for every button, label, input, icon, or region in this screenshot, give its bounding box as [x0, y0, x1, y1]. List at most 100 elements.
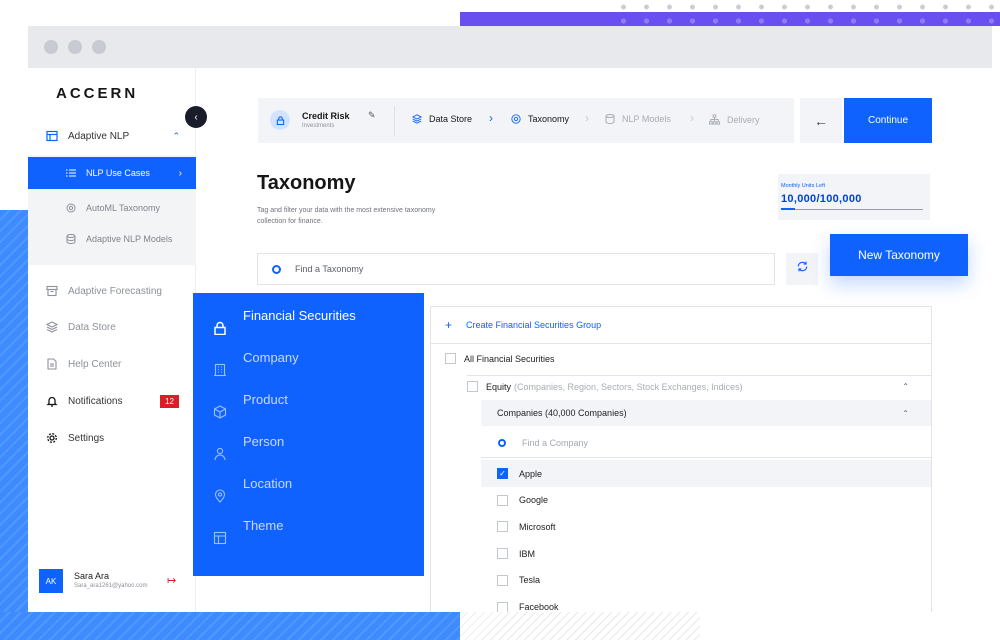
step-data-store[interactable]: Data Store [412, 114, 472, 124]
checkbox[interactable] [497, 574, 508, 586]
user-name: Sara Ara [74, 571, 110, 581]
search-placeholder: Find a Taxonomy [295, 264, 364, 274]
refresh-icon [796, 260, 809, 278]
taxonomy-search-input[interactable]: Find a Taxonomy [257, 253, 775, 285]
logout-icon[interactable]: ↦ [167, 574, 176, 587]
company-row[interactable]: IBM [481, 540, 931, 567]
sidebar-item-adaptive-nlp[interactable]: Adaptive NLP ⌃ [28, 118, 196, 154]
category-financial-securities[interactable]: Financial Securities [193, 305, 424, 347]
layers-icon [46, 321, 58, 333]
sidebar-subitem-label: Adaptive NLP Models [86, 234, 173, 244]
checkbox[interactable] [497, 601, 508, 612]
step-taxonomy[interactable]: Taxonomy [511, 114, 569, 124]
sidebar-item-notifications[interactable]: Notifications 12 [28, 383, 196, 419]
back-button[interactable]: ← [800, 98, 842, 143]
sidebar-item-label: Adaptive Forecasting [68, 285, 162, 297]
window-maximize-dot[interactable] [92, 40, 106, 54]
step-label: Delivery [727, 114, 760, 125]
company-row[interactable]: Facebook [481, 594, 931, 612]
company-row[interactable]: Tesla [481, 567, 931, 594]
sidebar-subitem-nlp-use-cases[interactable]: NLP Use Cases › [28, 157, 196, 189]
project-title: Credit Risk [302, 111, 350, 121]
sidebar-subitem-automl-taxonomy[interactable]: AutoML Taxonomy [28, 192, 196, 224]
layers-icon [412, 114, 422, 124]
step-label: NLP Models [622, 114, 671, 124]
divider [394, 106, 395, 136]
avatar: AK [39, 569, 63, 593]
create-group-button[interactable]: + Create Financial Securities Group [431, 307, 931, 344]
window-minimize-dot[interactable] [68, 40, 82, 54]
checkbox[interactable] [497, 548, 508, 560]
refresh-button[interactable] [786, 253, 818, 285]
company-row[interactable]: ✓ Apple [481, 460, 931, 487]
gear-icon [46, 432, 58, 444]
step-chevron-icon: › [690, 111, 694, 125]
company-row[interactable]: Google [481, 487, 931, 514]
checkbox[interactable] [497, 494, 508, 506]
step-chevron-icon: › [489, 111, 493, 125]
chevron-up-icon[interactable]: ⌃ [902, 382, 909, 391]
lock-icon [270, 110, 290, 130]
units-value: 10,000/100,000 [781, 193, 862, 205]
continue-button[interactable]: Continue [844, 98, 932, 143]
category-person[interactable]: Person [193, 431, 424, 473]
step-delivery[interactable]: Delivery [709, 114, 760, 125]
checkbox[interactable] [445, 353, 456, 364]
edit-pencil-icon[interactable]: ✎ [368, 110, 376, 121]
workflow-stepper: Credit Risk Investments ✎ Data Store › T… [258, 98, 794, 143]
category-label: Location [243, 476, 293, 491]
lock-icon [213, 321, 227, 336]
category-product[interactable]: Product [193, 389, 424, 431]
page-description: Tag and filter your data with the most e… [257, 207, 436, 225]
category-location[interactable]: Location [193, 473, 424, 515]
units-label: Monthly Units Left [781, 183, 826, 189]
company-search-input[interactable]: Find a Company [481, 428, 931, 458]
sidebar-collapse-button[interactable]: ‹ [185, 106, 207, 128]
company-row[interactable]: Microsoft [481, 513, 931, 540]
create-group-label: Create Financial Securities Group [466, 320, 602, 330]
user-profile[interactable]: AK Sara Ara Sara_ara1261@yahoo.com ↦ [39, 568, 189, 596]
chevron-right-icon: › [178, 167, 182, 179]
checkbox-checked[interactable]: ✓ [497, 468, 508, 479]
taxonomy-tree: + Create Financial Securities Group All … [430, 306, 932, 612]
decorative-hatch-bottom [460, 612, 700, 640]
sidebar-item-adaptive-forecasting[interactable]: Adaptive Forecasting [28, 273, 196, 309]
sidebar-item-data-store[interactable]: Data Store [28, 309, 196, 345]
row-label: Equity [486, 381, 512, 392]
search-icon [272, 264, 281, 274]
window-icon [46, 130, 58, 142]
document-icon [46, 358, 58, 370]
units-progress-fill [781, 208, 796, 210]
category-label: Person [243, 434, 285, 449]
sidebar-item-label: Adaptive NLP [68, 130, 130, 142]
company-search-placeholder: Find a Company [522, 437, 589, 448]
step-nlp-models[interactable]: NLP Models [605, 114, 671, 124]
plus-icon: + [445, 318, 453, 332]
sidebar-item-help-center[interactable]: Help Center [28, 346, 196, 382]
window-close-dot[interactable] [44, 40, 58, 54]
sidebar-item-label: Settings [68, 432, 105, 444]
arrow-left-icon: ← [814, 112, 828, 129]
user-email: Sara_ara1261@yahoo.com [74, 583, 148, 589]
category-theme[interactable]: Theme [193, 515, 424, 557]
divider [467, 375, 931, 376]
checkbox[interactable] [497, 521, 508, 533]
company-name: Tesla [519, 575, 541, 586]
decorative-blue-stripe-bottom [0, 612, 460, 640]
window-titlebar [28, 26, 992, 68]
sidebar-subitem-adaptive-nlp-models[interactable]: Adaptive NLP Models [28, 223, 196, 255]
cube-icon [213, 405, 227, 419]
sidebar-item-label: Data Store [68, 321, 116, 333]
checkbox[interactable] [467, 381, 478, 392]
row-hint: (Companies, Region, Sectors, Stock Excha… [514, 381, 743, 392]
sidebar-item-settings[interactable]: Settings [28, 420, 196, 456]
all-securities-row[interactable]: All Financial Securities [445, 353, 555, 364]
equity-row[interactable]: Equity (Companies, Region, Sectors, Stoc… [467, 381, 931, 392]
company-name: Google [519, 495, 549, 506]
new-taxonomy-button[interactable]: New Taxonomy [830, 234, 968, 276]
category-company[interactable]: Company [193, 347, 424, 389]
companies-group-header[interactable]: Companies (40,000 Companies) ⌃ [481, 400, 931, 426]
app-window: ACCERN Adaptive NLP ⌃ NLP Use Cases › Au… [28, 68, 992, 612]
list-icon [66, 168, 76, 178]
chevron-up-icon[interactable]: ⌃ [902, 409, 909, 418]
